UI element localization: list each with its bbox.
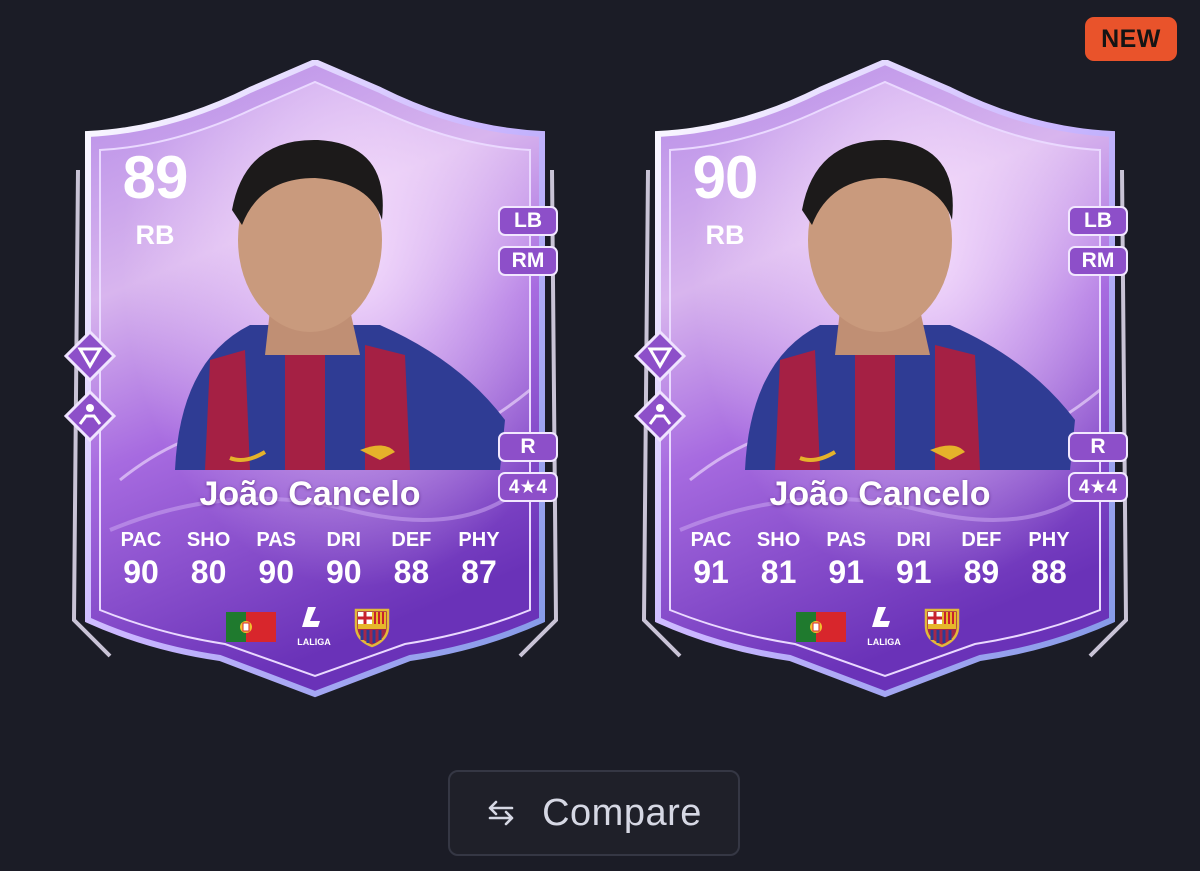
primary-position: RB [705, 220, 745, 250]
league-name: LALIGA [297, 637, 331, 647]
stat-value: 90 [123, 554, 159, 590]
stat-label: DEF [961, 529, 1002, 551]
overall-rating: 89 [122, 144, 189, 211]
stat-value: 91 [895, 554, 932, 590]
stat-dri: DRI 91 [881, 528, 947, 592]
laliga-logo-icon [872, 607, 890, 627]
alt-position-badge: LB [498, 206, 558, 236]
stat-label: PHY [1028, 529, 1070, 551]
stat-sho: SHO 81 [746, 528, 812, 592]
skill-weakfoot-badge: 4★4 [498, 472, 558, 502]
overall-rating: 90 [692, 144, 759, 211]
stat-value: 91 [693, 554, 729, 590]
stat-value: 87 [461, 554, 497, 590]
fc-barcelona-crest-icon [354, 608, 390, 648]
laliga-logo-icon [302, 607, 320, 627]
stat-phy: PHY 88 [1016, 528, 1082, 592]
alt-position-badge: RM [1068, 246, 1128, 276]
fc-barcelona-crest-icon [924, 608, 960, 648]
stat-label: DRI [896, 529, 931, 551]
stat-label: SHO [756, 529, 801, 551]
stat-value: 81 [760, 554, 797, 590]
stat-value: 88 [393, 554, 430, 590]
stat-label: PAS [256, 529, 296, 551]
player-name: João Cancelo [769, 475, 991, 513]
stat-label: PHY [458, 529, 500, 551]
playstyle-whipped-pass-icon [64, 330, 116, 382]
stat-sho: SHO 80 [176, 528, 242, 592]
swap-arrows-icon [488, 800, 514, 826]
stat-value: 90 [325, 554, 362, 590]
stat-pas: PAS 90 [243, 528, 309, 592]
stat-dri: DRI 90 [311, 528, 377, 592]
stat-pac: PAC 90 [108, 528, 174, 592]
primary-position: RB [135, 220, 175, 250]
alt-position-badge: LB [1068, 206, 1128, 236]
stat-value: 88 [1031, 554, 1067, 590]
playstyle-jockey-icon [634, 390, 686, 442]
playstyle-whipped-pass-icon [634, 330, 686, 382]
stat-label: SHO [186, 529, 231, 551]
stat-value: 91 [828, 554, 864, 590]
stat-value: 90 [258, 554, 294, 590]
league-name: LALIGA [867, 637, 901, 647]
stat-label: DEF [391, 529, 432, 551]
compare-button[interactable]: Compare [448, 770, 740, 856]
stat-def: DEF 88 [378, 528, 444, 592]
stat-label: PAS [826, 529, 866, 551]
stat-phy: PHY 87 [446, 528, 512, 592]
stat-pas: PAS 91 [813, 528, 879, 592]
stat-def: DEF 89 [948, 528, 1014, 592]
stat-pac: PAC 91 [678, 528, 744, 592]
stat-label: PAC [690, 529, 732, 551]
league-logo: LALIGA [288, 605, 340, 647]
preferred-foot-badge: R [498, 432, 558, 462]
player-card-right[interactable]: 90 RB LB RM R 4★4 João Cancelo PAC 91 SH… [630, 60, 1140, 700]
new-badge: NEW [1085, 17, 1177, 61]
league-logo: LALIGA [858, 605, 910, 647]
preferred-foot-badge: R [1068, 432, 1128, 462]
stat-label: PAC [120, 529, 162, 551]
portugal-flag-icon [226, 612, 276, 642]
stat-value: 80 [190, 554, 227, 590]
portugal-flag-icon [796, 612, 846, 642]
stats-row: PAC 90 SHO 80 PAS 90 DRI 90 DEF 88 PHY 8… [108, 528, 512, 592]
player-card-left[interactable]: 89 RB LB RM R 4★4 João Cancelo PAC 90 SH… [60, 60, 570, 700]
stats-row: PAC 91 SHO 81 PAS 91 DRI 91 DEF 89 PHY 8… [678, 528, 1082, 592]
playstyle-jockey-icon [64, 390, 116, 442]
alt-position-badge: RM [498, 246, 558, 276]
player-name: João Cancelo [199, 475, 421, 513]
stat-value: 89 [963, 554, 1000, 590]
compare-button-label: Compare [542, 791, 702, 834]
skill-weakfoot-badge: 4★4 [1068, 472, 1128, 502]
stat-label: DRI [326, 529, 361, 551]
